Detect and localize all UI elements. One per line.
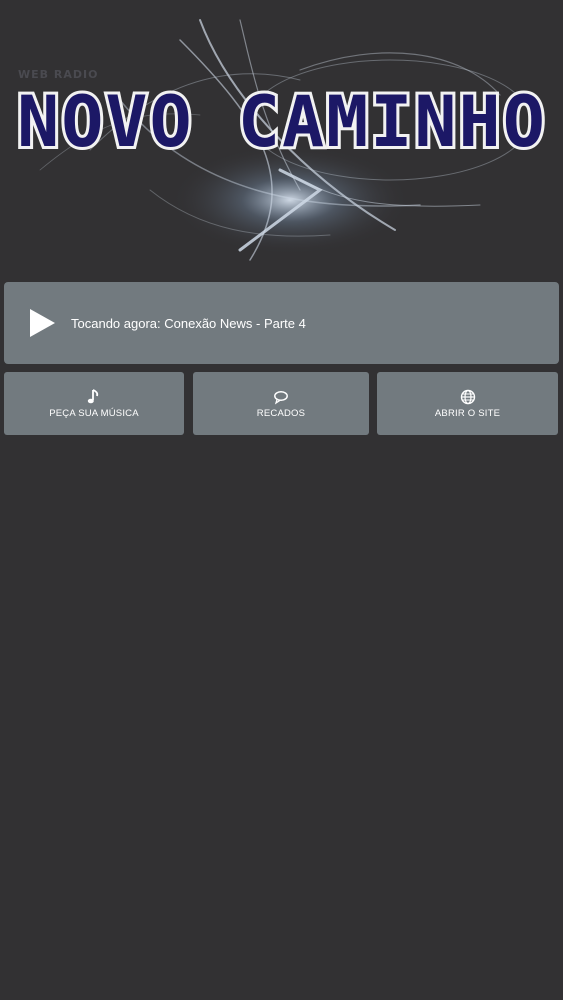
action-buttons: PEÇA SUA MÚSICA RECADOS ABRIR O SITE xyxy=(4,372,559,435)
logo-title-graphic: NOVO CAMINHO xyxy=(14,84,548,164)
logo-title: NOVO CAMINHO xyxy=(17,84,547,163)
logo-subtitle: WEB RADIO xyxy=(18,68,99,81)
messages-label: RECADOS xyxy=(256,408,306,419)
radio-banner: WEB RADIO NOVO CAMINHO xyxy=(0,0,563,270)
chat-bubble-icon xyxy=(274,390,288,405)
app-screen: WEB RADIO NOVO CAMINHO Tocando agora: Co… xyxy=(0,0,563,1000)
open-site-button[interactable]: ABRIR O SITE xyxy=(377,372,558,435)
messages-button[interactable]: RECADOS xyxy=(193,372,369,435)
request-song-label: PEÇA SUA MÚSICA xyxy=(49,408,139,419)
globe-icon xyxy=(460,389,475,405)
music-note-icon xyxy=(87,389,99,404)
play-icon[interactable] xyxy=(27,308,57,338)
now-playing-card: Tocando agora: Conexão News - Parte 4 xyxy=(4,282,559,364)
now-playing-text: Tocando agora: Conexão News - Parte 4 xyxy=(71,315,306,331)
open-site-label: ABRIR O SITE xyxy=(434,408,501,419)
request-song-button[interactable]: PEÇA SUA MÚSICA xyxy=(4,372,184,435)
